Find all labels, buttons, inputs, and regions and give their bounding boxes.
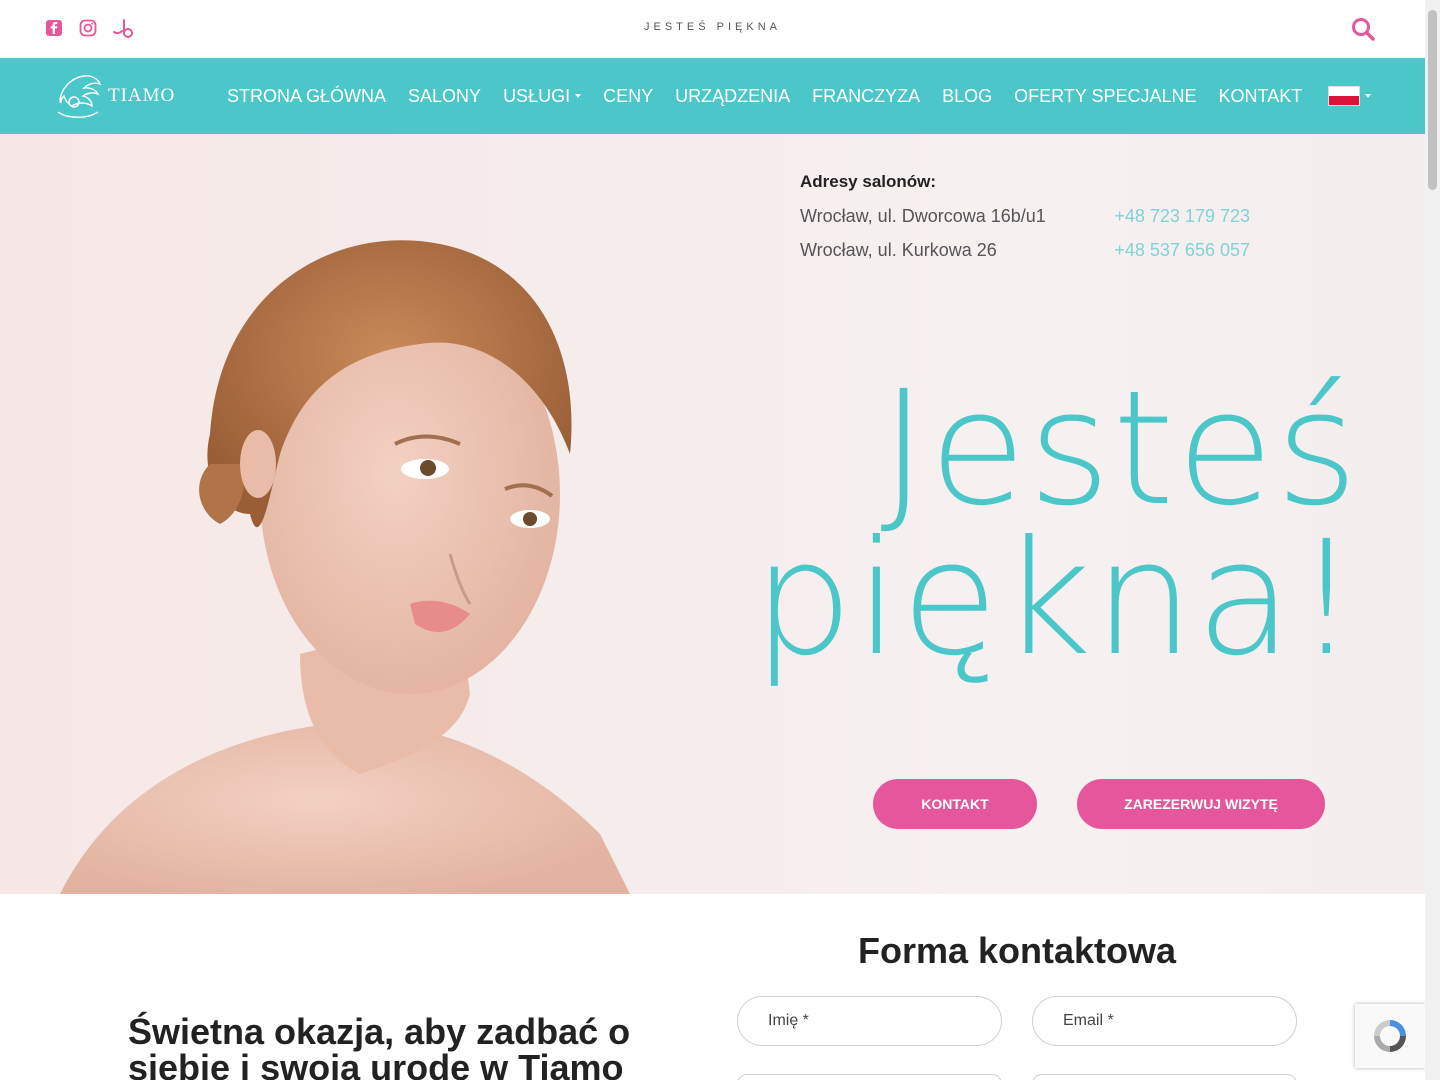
- nav-item-uslugi-label: USŁUGI: [503, 85, 571, 106]
- polish-flag-icon: [1328, 86, 1361, 106]
- recaptcha-badge[interactable]: [1355, 1004, 1425, 1068]
- nav-item-ceny[interactable]: CENY: [603, 86, 653, 107]
- site-logo[interactable]: TIAMO: [54, 68, 184, 124]
- hero-section: Adresy salonów: Wrocław, ul. Dworcowa 16…: [0, 134, 1425, 894]
- shell-logo-icon: [57, 75, 102, 118]
- recaptcha-icon: [1374, 1020, 1406, 1052]
- nav-item-home[interactable]: STRONA GŁÓWNA: [227, 86, 386, 107]
- language-switcher[interactable]: [1328, 86, 1372, 106]
- nav-item-urzadzenia[interactable]: URZĄDZENIA: [675, 86, 790, 107]
- salon-address: Wrocław, ul. Kurkowa 26: [800, 240, 997, 260]
- contact-button[interactable]: KONTAKT: [873, 779, 1037, 829]
- caret-down-icon: [1365, 94, 1372, 98]
- contact-form-title: Forma kontaktowa: [857, 930, 1177, 971]
- name-field[interactable]: Imię *: [737, 996, 1002, 1046]
- book-visit-button[interactable]: ZAREZERWUJ WIZYTĘ: [1077, 779, 1325, 829]
- nav-item-blog[interactable]: BLOG: [942, 86, 992, 107]
- nav-item-franczyza[interactable]: FRANCZYZA: [812, 86, 920, 107]
- phone-field[interactable]: [737, 1074, 1002, 1080]
- search-icon[interactable]: [1350, 16, 1376, 42]
- nav-item-uslugi[interactable]: USŁUGI: [503, 85, 582, 107]
- salon-address: Wrocław, ul. Dworcowa 16b/u1: [800, 206, 1046, 226]
- nav-item-oferty[interactable]: OFERTY SPECJALNE: [1014, 86, 1196, 107]
- salon-addresses: Adresy salonów: Wrocław, ul. Dworcowa 16…: [800, 172, 1250, 274]
- logo-text: TIAMO: [108, 85, 176, 106]
- scrollbar-thumb[interactable]: [1428, 10, 1437, 190]
- caret-down-icon: [575, 94, 582, 98]
- salon-phone-link[interactable]: +48 537 656 057: [1114, 240, 1250, 261]
- address-row: Wrocław, ul. Kurkowa 26 +48 537 656 057: [800, 240, 1250, 261]
- subject-field[interactable]: [1032, 1074, 1297, 1080]
- email-field[interactable]: Email *: [1032, 996, 1297, 1046]
- promo-heading: Świetna okazja, aby zadbać o siebie i sw…: [128, 1011, 631, 1080]
- address-row: Wrocław, ul. Dworcowa 16b/u1 +48 723 179…: [800, 206, 1250, 227]
- page-scrollbar[interactable]: [1425, 0, 1440, 1080]
- nav-menu: STRONA GŁÓWNA SALONY USŁUGI CENY URZĄDZE…: [227, 58, 1372, 134]
- addresses-title: Adresy salonów:: [800, 172, 937, 191]
- hero-headline-line1: Jesteś: [880, 357, 1360, 541]
- top-bar: JESTEŚ PIĘKNA: [0, 0, 1425, 58]
- salon-phone-link[interactable]: +48 723 179 723: [1114, 206, 1250, 227]
- contact-section: Świetna okazja, aby zadbać o siebie i sw…: [0, 894, 1425, 1080]
- woman-portrait-image: [60, 240, 630, 894]
- site-tagline: JESTEŚ PIĘKNA: [644, 21, 781, 33]
- nav-item-kontakt[interactable]: KONTAKT: [1219, 86, 1303, 107]
- main-navigation: TIAMO STRONA GŁÓWNA SALONY USŁUGI CENY U…: [0, 58, 1425, 134]
- hero-headline-line2: piękna!: [752, 507, 1360, 691]
- hero-headline: Jesteś piękna!: [660, 357, 1360, 691]
- nav-item-salony[interactable]: SALONY: [408, 86, 481, 107]
